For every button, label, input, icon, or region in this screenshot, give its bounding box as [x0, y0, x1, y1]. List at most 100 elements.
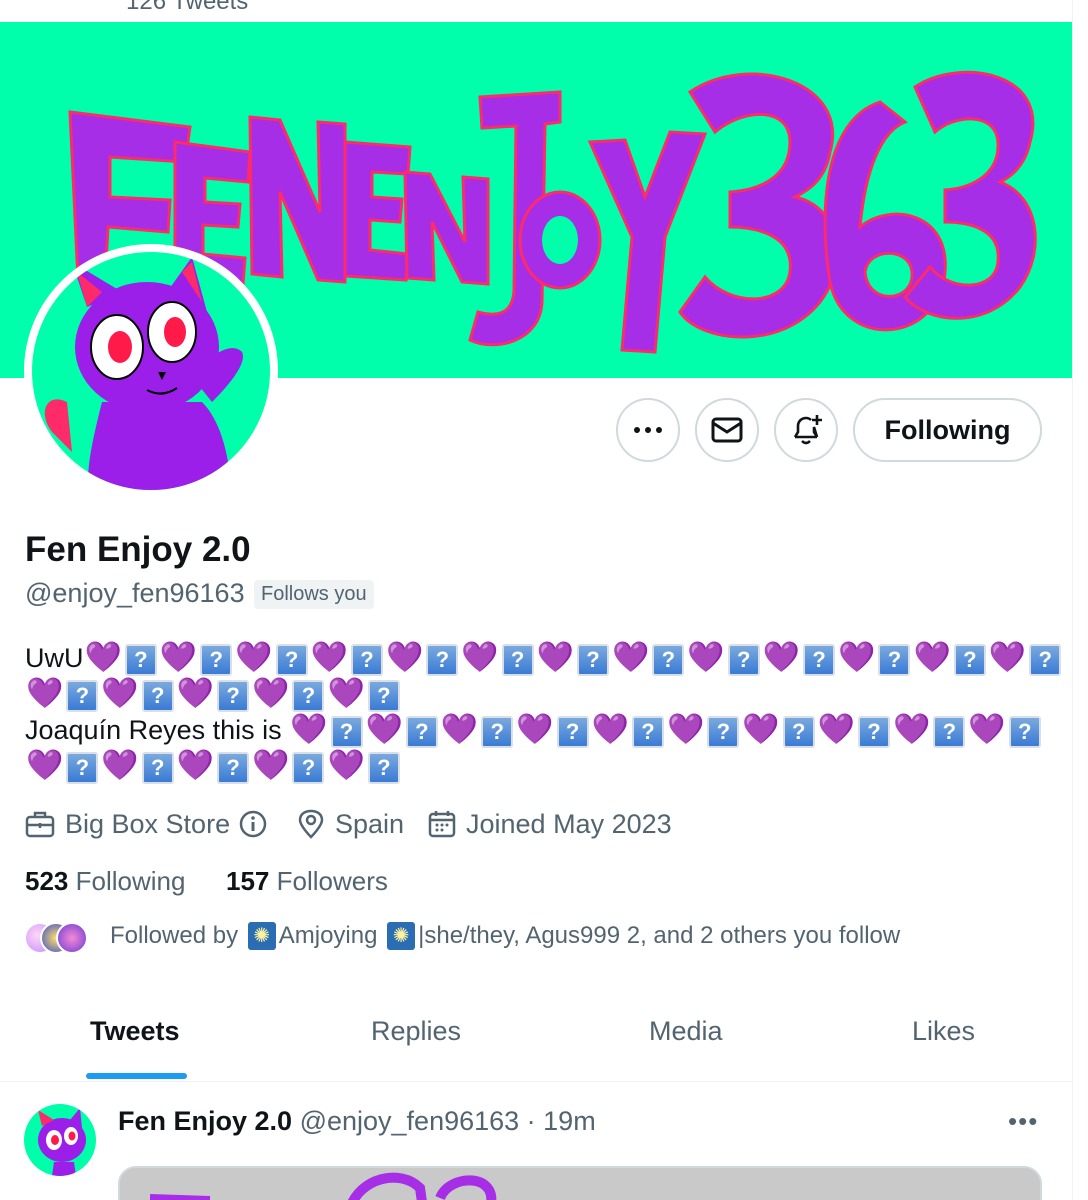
followers-stat[interactable]: 157 Followers	[226, 866, 388, 897]
more-options-button[interactable]	[616, 398, 680, 462]
tab-likes[interactable]: Likes	[912, 1016, 975, 1047]
unknown-emoji-icon: ?	[953, 644, 986, 676]
unknown-emoji-icon: ?	[367, 752, 400, 784]
purple-heart-icon: 💜	[176, 749, 215, 782]
envelope-icon	[711, 417, 743, 443]
avatar-image	[32, 252, 270, 490]
follower-avatar[interactable]	[56, 922, 88, 954]
emoji-run: 💜? 💜? 💜? 💜? 💜?	[25, 748, 402, 784]
tab-replies[interactable]: Replies	[371, 1016, 461, 1047]
unknown-emoji-icon: ?	[481, 716, 514, 748]
purple-heart-icon: 💜	[84, 641, 122, 674]
unknown-emoji-icon: ?	[66, 680, 99, 712]
purple-heart-icon: 💜	[101, 677, 139, 710]
cat-character-icon	[44, 257, 243, 490]
tweet-media-preview	[149, 1172, 497, 1200]
unknown-emoji-icon: ?	[1008, 716, 1041, 748]
purple-heart-icon: 💜	[385, 641, 424, 674]
sparkle-emoji-icon: ✺	[387, 922, 416, 950]
purple-heart-icon: 💜	[159, 641, 198, 674]
tweet-author-meta[interactable]: @enjoy_fen96163 · 19m	[300, 1106, 596, 1136]
followed-by-name2: |she/they, Agus999 2, and 2 others you f…	[418, 922, 901, 949]
unknown-emoji-icon: ?	[141, 752, 174, 784]
unknown-emoji-icon: ?	[426, 644, 459, 676]
emoji-run: 💜? 💜? 💜? 💜? 💜? 💜? 💜? 💜? 💜? 💜?	[289, 712, 1043, 748]
unknown-emoji-icon: ?	[631, 716, 664, 748]
profile-avatar[interactable]	[24, 244, 278, 498]
unknown-emoji-icon: ?	[1029, 644, 1062, 676]
unknown-emoji-icon: ?	[858, 716, 891, 748]
unknown-emoji-icon: ?	[217, 752, 250, 784]
bio-prefix-uwu: UwU	[25, 643, 84, 673]
purple-heart-icon: 💜	[26, 677, 64, 710]
purple-heart-icon: 💜	[666, 713, 705, 746]
purple-heart-icon: 💜	[687, 641, 725, 674]
purple-heart-icon: 💜	[310, 641, 348, 674]
purple-heart-icon: 💜	[913, 641, 951, 674]
purple-heart-icon: 💜	[536, 641, 575, 674]
bio-line-2: 💜? 💜? 💜? 💜? 💜?	[25, 676, 1035, 712]
unknown-emoji-icon: ?	[707, 716, 740, 748]
emoji-run: 💜? 💜? 💜? 💜? 💜? 💜? 💜? 💜? 💜? 💜? 💜? 💜? 💜?	[84, 640, 1064, 676]
profile-bio: UwU 💜? 💜? 💜? 💜? 💜? 💜? 💜? 💜? 💜? 💜? 💜? 💜? 💜? 💜? 💜? 💜? 💜? 💜?…	[25, 640, 1062, 784]
following-button[interactable]: Following	[853, 398, 1042, 462]
tweet-avatar[interactable]	[24, 1104, 96, 1176]
purple-heart-icon: 💜	[440, 713, 479, 746]
purple-heart-icon: 💜	[327, 677, 365, 710]
purple-heart-icon: 💜	[591, 713, 629, 746]
purple-heart-icon: 💜	[742, 713, 780, 746]
tweet-media[interactable]	[118, 1166, 1042, 1200]
unknown-emoji-icon: ?	[124, 644, 157, 676]
unknown-emoji-icon: ?	[782, 716, 815, 748]
purple-heart-icon: 💜	[176, 677, 215, 710]
briefcase-icon	[25, 811, 55, 838]
top-strip: 126 Tweets	[0, 0, 1088, 22]
tab-media[interactable]: Media	[649, 1016, 723, 1047]
purple-heart-icon: 💜	[235, 641, 273, 674]
purple-heart-icon: 💜	[988, 641, 1027, 674]
joined-label: Joined May 2023	[466, 808, 672, 839]
following-stat[interactable]: 523 Following	[25, 866, 185, 897]
meta-location: Spain	[297, 806, 404, 842]
more-horizontal-icon	[634, 427, 662, 433]
tweet-header: Fen Enjoy 2.0 @enjoy_fen96163 · 19m	[118, 1106, 596, 1137]
category-label: Big Box Store	[65, 808, 231, 839]
unknown-emoji-icon: ?	[933, 716, 966, 748]
tweet-count: 126 Tweets	[126, 0, 249, 15]
unknown-emoji-icon: ?	[501, 644, 534, 676]
unknown-emoji-icon: ?	[141, 680, 174, 712]
purple-heart-icon: 💜	[838, 641, 876, 674]
purple-heart-icon: 💜	[762, 641, 801, 674]
purple-heart-icon: 💜	[612, 641, 650, 674]
bio-line-4: 💜? 💜? 💜? 💜? 💜?	[25, 748, 1035, 784]
cat-character-icon	[38, 1108, 86, 1176]
info-icon[interactable]	[238, 809, 268, 839]
unknown-emoji-icon: ?	[350, 644, 383, 676]
profile-name: Fen Enjoy 2.0	[25, 530, 251, 569]
sparkle-emoji-icon: ✺	[247, 922, 276, 950]
tweet-more-button[interactable]: •••	[1008, 1106, 1038, 1137]
location-pin-icon	[298, 809, 324, 839]
unknown-emoji-icon: ?	[803, 644, 836, 676]
unknown-emoji-icon: ?	[66, 752, 99, 784]
unknown-emoji-icon: ?	[217, 680, 250, 712]
purple-heart-icon: 💜	[252, 677, 290, 710]
profile-tabs: Tweets Replies Media Likes	[0, 1000, 1072, 1082]
notifications-button[interactable]	[774, 398, 838, 462]
unknown-emoji-icon: ?	[878, 644, 911, 676]
unknown-emoji-icon: ?	[652, 644, 685, 676]
right-edge	[1072, 0, 1088, 1200]
message-button[interactable]	[695, 398, 759, 462]
tab-tweets[interactable]: Tweets	[90, 1016, 180, 1047]
followed-by-prefix: Followed by	[110, 922, 239, 949]
tweet-author-name[interactable]: Fen Enjoy 2.0	[118, 1106, 292, 1136]
active-tab-indicator	[86, 1073, 187, 1079]
unknown-emoji-icon: ?	[275, 644, 308, 676]
purple-heart-icon: 💜	[290, 713, 328, 746]
purple-heart-icon: 💜	[252, 749, 290, 782]
unknown-emoji-icon: ?	[405, 716, 438, 748]
followed-by-text[interactable]: Followed by ✺ Amjoying ✺ |she/they, Agus99…	[110, 922, 900, 950]
unknown-emoji-icon: ?	[200, 644, 233, 676]
unknown-emoji-icon: ?	[292, 752, 325, 784]
profile-handle: @enjoy_fen96163	[25, 578, 245, 608]
